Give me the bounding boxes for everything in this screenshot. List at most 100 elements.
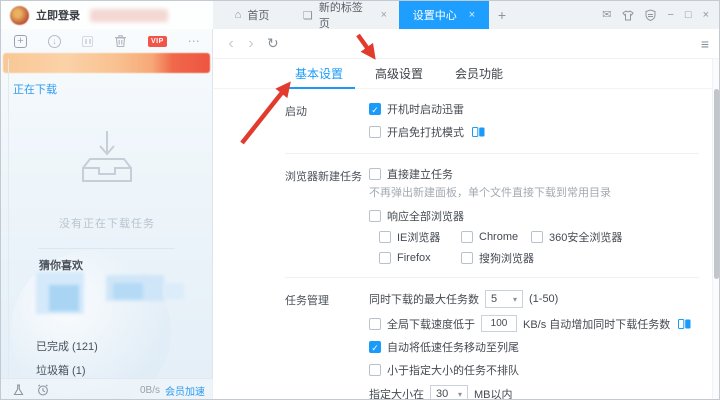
checkbox-label: 小于指定大小的任务不排队: [387, 365, 519, 377]
trash-icon[interactable]: [114, 34, 127, 48]
checkbox-ie[interactable]: [379, 231, 391, 243]
avatar[interactable]: [10, 5, 29, 25]
close-tab-icon[interactable]: ×: [381, 9, 387, 21]
lab-flask-icon[interactable]: [13, 384, 24, 396]
message-icon[interactable]: ✉: [602, 9, 611, 21]
promo-banner[interactable]: [3, 53, 210, 73]
field-label: 指定大小在: [369, 389, 424, 400]
checkbox-label: 响应全部浏览器: [387, 211, 464, 223]
section-label: 启动: [285, 106, 307, 118]
sidebar-item-trash[interactable]: 垃圾箱 (1): [36, 362, 86, 378]
checkbox-label: 开机时启动迅雷: [387, 104, 464, 116]
member-boost-link[interactable]: 会员加速: [165, 383, 205, 398]
tab-member-features[interactable]: 会员功能: [439, 59, 519, 88]
checkbox-auto-increase[interactable]: [369, 317, 381, 330]
field-label: 同时下载的最大任务数: [369, 294, 479, 306]
section-startup: 启动 ✓ 开机时启动迅雷 开启免打扰模式: [213, 101, 719, 147]
checkbox-dnd[interactable]: [369, 126, 381, 138]
checkbox-direct-task[interactable]: [369, 168, 381, 180]
more-icon[interactable]: ⋯: [188, 35, 200, 47]
checkbox-all-browsers[interactable]: [369, 210, 381, 222]
suggest-thumbnail: [49, 285, 79, 311]
tab-home[interactable]: ⌂ 首页: [213, 1, 291, 29]
forward-icon[interactable]: ›: [241, 35, 261, 53]
login-button[interactable]: 立即登录: [36, 7, 80, 23]
checkbox-sogou[interactable]: [461, 252, 473, 264]
dropdown-value: 30: [436, 388, 449, 400]
max-tasks-dropdown[interactable]: 5 ▾: [485, 290, 523, 308]
section-label: 浏览器新建任务: [285, 171, 362, 183]
checkbox-label: 开启免打扰模式: [387, 127, 464, 139]
checkbox-label: 自动将低速任务移动至列尾: [387, 342, 519, 354]
page-icon: ❑: [303, 9, 313, 22]
dropdown-value: 5: [491, 293, 498, 305]
suggest-thumbnail: [113, 283, 143, 299]
section-label: 任务管理: [285, 295, 329, 307]
chevron-down-icon: ▾: [512, 294, 517, 304]
checkbox-chrome[interactable]: [461, 231, 473, 243]
minimize-button[interactable]: −: [667, 9, 673, 21]
new-tab-button[interactable]: +: [489, 1, 515, 29]
new-task-icon[interactable]: +: [14, 34, 27, 48]
speed-value: 0B/s: [139, 384, 160, 396]
checkbox-label: 360安全浏览器: [549, 232, 623, 244]
downloading-nav-item[interactable]: 正在下载: [13, 81, 57, 97]
empty-state: 没有正在下载任务: [1, 127, 213, 231]
back-icon[interactable]: ‹: [221, 35, 241, 53]
checkbox-firefox[interactable]: [379, 252, 391, 264]
tab-home-label: 首页: [247, 10, 270, 22]
tab-bar: ⌂ 首页 ❑ 新的标签页 × 设置中心 × + ✉ − □ ×: [213, 1, 719, 30]
empty-tray-icon: [82, 131, 132, 182]
tab-settings-label: 设置中心: [412, 10, 457, 22]
start-download-icon[interactable]: ↓: [48, 34, 61, 48]
checkbox-label: 搜狗浏览器: [479, 253, 534, 265]
speed-threshold-input[interactable]: [481, 315, 517, 332]
section-browser-tasks: 浏览器新建任务 直接建立任务 不再弹出新建面板，单个文件直接下载到常用目录 响应…: [213, 166, 719, 271]
checkbox-label: IE浏览器: [397, 232, 441, 244]
checkbox-label: 全局下载速度低于: [387, 318, 475, 331]
section-task-management: 任务管理 同时下载的最大任务数 5▾ (1-50) 全局下载速度低于 KB/s …: [213, 290, 719, 400]
maximize-button[interactable]: □: [685, 9, 692, 21]
home-icon: ⌂: [234, 9, 242, 21]
browser-area: ⌂ 首页 ❑ 新的标签页 × 设置中心 × + ✉ − □ × ‹ › ↻ ≡ …: [213, 1, 719, 400]
tab-basic-settings[interactable]: 基本设置: [279, 59, 359, 89]
sidebar-bottombar: 0B/s 会员加速: [1, 378, 213, 399]
refresh-icon[interactable]: ↻: [267, 35, 279, 52]
empty-state-text: 没有正在下载任务: [59, 218, 155, 230]
checkbox-autostart[interactable]: ✓: [369, 103, 381, 115]
tab-advanced-settings[interactable]: 高级设置: [359, 59, 439, 88]
chevron-down-icon: ▾: [457, 389, 462, 399]
tab-settings-center[interactable]: 设置中心 ×: [399, 1, 489, 29]
divider: [285, 153, 699, 154]
range-hint: (1-50): [529, 293, 559, 305]
checkbox-360[interactable]: [531, 231, 543, 243]
info-icon[interactable]: [678, 318, 691, 329]
alarm-clock-icon[interactable]: [37, 384, 49, 396]
checkbox-move-slow[interactable]: ✓: [369, 341, 381, 353]
helper-text: 不再弹出新建面板，单个文件直接下载到常用目录: [369, 187, 611, 199]
tab-new-tab-page[interactable]: ❑ 新的标签页 ×: [291, 1, 399, 30]
info-icon[interactable]: [472, 127, 485, 137]
checkbox-label: 直接建立任务: [387, 169, 453, 181]
menu-icon[interactable]: ≡: [701, 36, 709, 52]
close-tab-icon[interactable]: ×: [469, 9, 475, 21]
settings-page: 基本设置 高级设置 会员功能 启动 ✓ 开机时启动迅雷 开启免打扰模式 浏览器新…: [213, 59, 719, 400]
sidebar-titlebar: 立即登录: [1, 1, 213, 29]
field-suffix: MB以内: [474, 389, 513, 400]
checkbox-label: Chrome: [479, 231, 519, 243]
suggest-heading: 猜你喜欢: [39, 260, 83, 272]
close-window-button[interactable]: ×: [703, 9, 709, 21]
scrollbar-thumb[interactable]: [714, 89, 719, 279]
vip-icon[interactable]: VIP: [148, 35, 167, 47]
checkbox-no-queue[interactable]: [369, 364, 381, 376]
checkbox-label: Firefox: [397, 252, 431, 264]
sidebar: 立即登录 + ↓ VIP ⋯ 正在下载 没有正在下载任务 猜你喜欢 已完成 (1…: [1, 1, 213, 399]
shield-icon[interactable]: [645, 9, 656, 21]
size-dropdown[interactable]: 30 ▾: [430, 385, 468, 400]
sidebar-item-completed[interactable]: 已完成 (121): [36, 338, 98, 354]
pause-icon[interactable]: [82, 35, 93, 47]
download-toolbar: + ↓ VIP ⋯: [1, 29, 213, 53]
tab-newtab-label: 新的标签页: [318, 2, 363, 30]
app-window: 立即登录 + ↓ VIP ⋯ 正在下载 没有正在下载任务 猜你喜欢 已完成 (1…: [0, 0, 720, 400]
skin-icon[interactable]: [622, 9, 635, 21]
